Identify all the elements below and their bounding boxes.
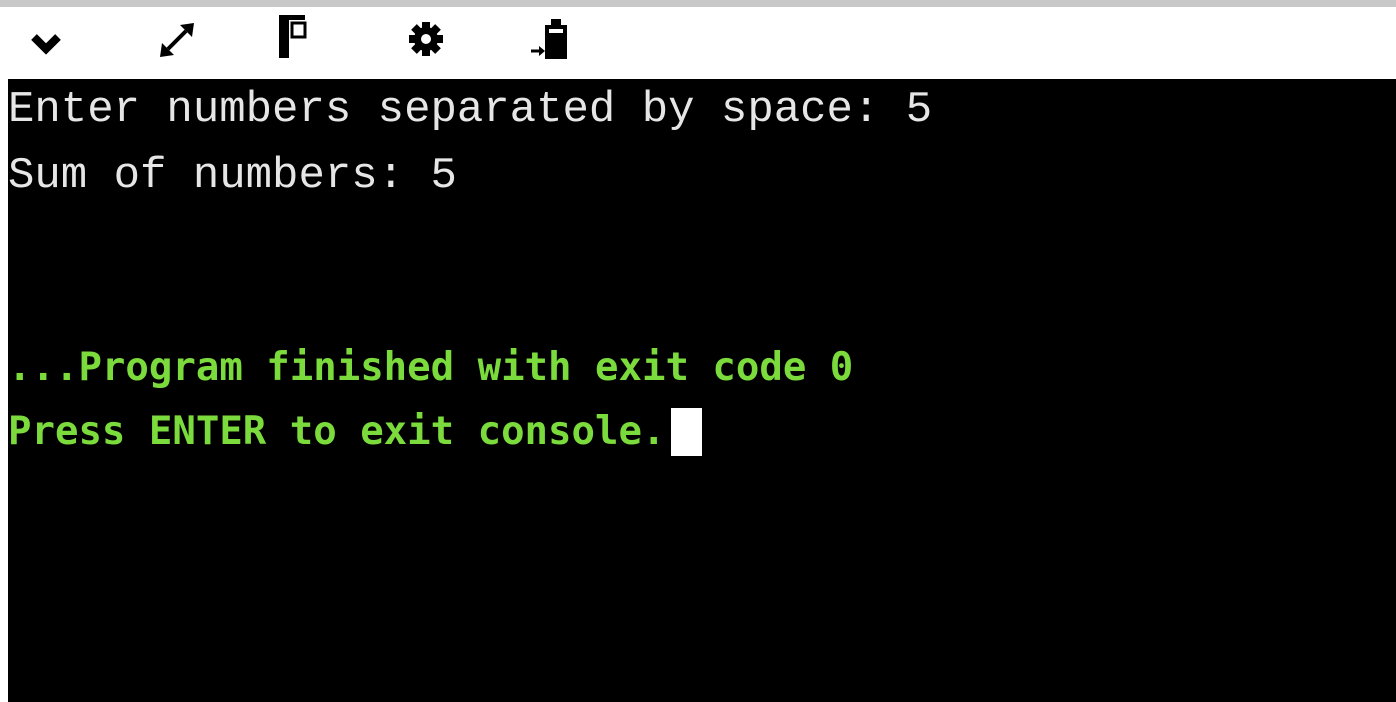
paste-button[interactable]: [525, 9, 581, 69]
console-output-line: Sum of numbers: 5: [8, 151, 457, 201]
console-output-line: Enter numbers separated by space: 5: [8, 85, 933, 135]
console-toolbar: [0, 7, 1396, 79]
exit-prompt-line: Press ENTER to exit console.: [8, 402, 703, 462]
collapse-button[interactable]: [22, 9, 78, 69]
expand-icon: [160, 23, 194, 57]
split-panel-icon: [279, 15, 307, 58]
fullscreen-button[interactable]: [150, 9, 206, 69]
chevron-down-icon: [31, 34, 61, 55]
paste-icon: [531, 19, 567, 59]
window-top-border: [0, 0, 1396, 7]
console-output[interactable]: Enter numbers separated by space: 5 Sum …: [8, 79, 1396, 702]
text-cursor: [671, 408, 703, 456]
gear-icon: [409, 22, 443, 56]
exit-prompt-text: Press ENTER to exit console.: [8, 409, 666, 454]
exit-status-line: ...Program finished with exit code 0: [8, 345, 854, 390]
settings-button[interactable]: [404, 9, 460, 69]
split-view-button[interactable]: [275, 9, 331, 69]
